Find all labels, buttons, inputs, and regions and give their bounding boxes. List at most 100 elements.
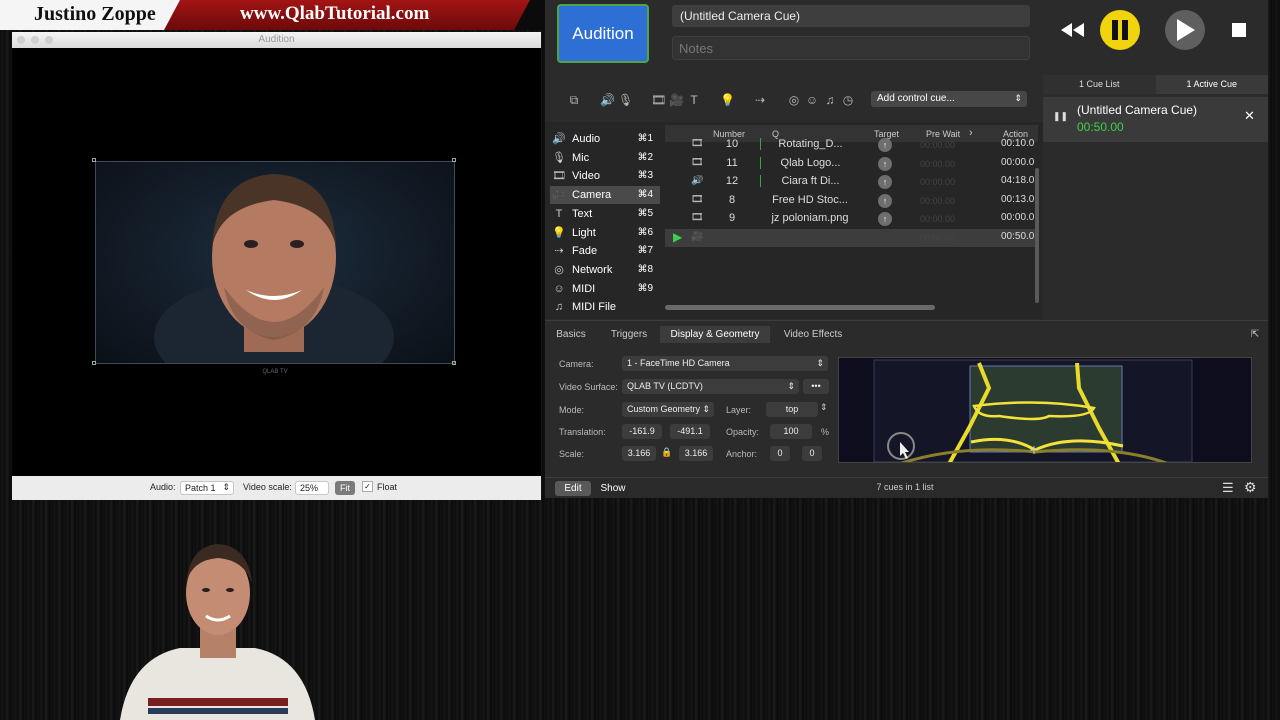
cue-row[interactable]: 🎞 10 Rotating_D... ↑ 00:00.00 00:10.0 <box>665 136 1038 154</box>
tab-cue-lists[interactable]: 1 Cue List <box>1043 75 1156 94</box>
sidebar-item-midi-file[interactable]: ♫ MIDI File <box>550 298 660 316</box>
audio-patch-select[interactable]: Patch 1 ⇕ <box>180 481 234 495</box>
tab-triggers[interactable]: Triggers <box>605 326 653 343</box>
tab-display-geometry[interactable]: Display & Geometry <box>660 326 770 343</box>
geometry-preview-drawing: + <box>873 359 1193 462</box>
cue-row[interactable]: 🎞 9 jz poloniam.png ↑ 00:00.00 00:00.0 <box>665 210 1038 228</box>
text-cue-icon[interactable]: T <box>687 93 701 107</box>
bulb-icon: 💡 <box>552 226 566 239</box>
midi-cue-icon[interactable]: ☺ <box>805 93 819 107</box>
shortcut-key: ⌘1 <box>637 133 653 144</box>
tab-basics[interactable]: Basics <box>553 326 589 343</box>
camera-cue-icon[interactable]: 🎥 <box>669 93 684 107</box>
pre-wait-value: 00:00.00 <box>920 177 956 188</box>
target-arrow-icon[interactable]: ↑ <box>878 175 892 190</box>
surface-options-button[interactable]: ••• <box>803 379 829 394</box>
close-window-button[interactable] <box>17 36 25 44</box>
go-button[interactable] <box>1165 10 1205 50</box>
sidebar-item-label: Mic <box>572 151 590 164</box>
surface-corner-handle[interactable] <box>452 158 456 162</box>
audition-footer: Audio: Patch 1 ⇕ Video scale: 25% Fit ✓ … <box>12 476 541 500</box>
rewind-button[interactable] <box>1052 10 1092 50</box>
video-scale-select[interactable]: 25% <box>295 481 329 495</box>
horizontal-scrollbar[interactable] <box>665 305 935 310</box>
audio-cue-icon[interactable]: 🔊 <box>600 93 615 107</box>
sidebar-item-label: Network <box>572 263 613 276</box>
sidebar-item-camera[interactable]: 🎥 Camera ⌘4 <box>550 186 660 205</box>
lock-icon[interactable]: 🔒 <box>661 447 672 458</box>
sidebar-item-network[interactable]: ◎ Network ⌘8 <box>550 261 660 279</box>
close-icon[interactable]: ✕ <box>1244 108 1255 124</box>
minimize-window-button[interactable] <box>31 36 39 44</box>
surface-corner-handle[interactable] <box>92 158 96 162</box>
cue-row[interactable]: 🔊 12 Ciara ft Di... ↑ 00:00.00 04:18.0 <box>665 173 1038 191</box>
surface-corner-handle[interactable] <box>92 361 96 365</box>
pause-icon <box>1112 20 1128 40</box>
stepper-icon[interactable]: ⇕ <box>820 402 828 413</box>
group-cue-icon[interactable]: ⧉ <box>567 93 581 107</box>
audition-mode-button[interactable]: Audition <box>557 4 649 63</box>
camera-select[interactable]: 1 - FaceTime HD Camera ⇕ <box>622 356 828 371</box>
scale-y-field[interactable]: 3.166 <box>679 446 713 461</box>
anchor-x-field[interactable]: 0 <box>770 446 790 461</box>
list-view-icon[interactable]: ☰ <box>1222 480 1234 496</box>
network-cue-icon[interactable]: ◎ <box>787 93 801 107</box>
inspector-tabs: Basics Triggers Display & Geometry Video… <box>545 326 1268 343</box>
vertical-scrollbar[interactable] <box>1035 168 1039 303</box>
pause-button[interactable] <box>1100 10 1140 50</box>
cue-row[interactable]: 🎞 8 Free HD Stoc... ↑ 00:00.00 00:13.0 <box>665 192 1038 210</box>
sidebar-item-audio[interactable]: 🔊 Audio ⌘1 <box>550 130 660 148</box>
mode-select[interactable]: Custom Geometry ⇕ <box>622 402 714 417</box>
pop-out-icon[interactable]: ⇱ <box>1248 326 1262 343</box>
geometry-preview-canvas[interactable]: + <box>838 357 1252 463</box>
opacity-field[interactable]: 100 <box>770 424 812 439</box>
target-arrow-icon[interactable]: ↑ <box>878 138 892 152</box>
tab-active-cues[interactable]: 1 Active Cue <box>1155 75 1268 94</box>
fade-cue-icon[interactable]: ⇢ <box>753 93 767 107</box>
sidebar-item-mic[interactable]: 🎙 Mic ⌘2 <box>550 149 660 167</box>
scale-x-field[interactable]: 3.166 <box>622 446 656 461</box>
add-control-cue-select[interactable]: Add control cue... ⇕ <box>871 91 1027 107</box>
active-cue-item[interactable]: ❚❚ (Untitled Camera Cue) 00:50.00 ✕ <box>1043 97 1268 142</box>
video-cue-icon[interactable]: 🎞 <box>651 93 666 107</box>
cue-list-area: 🔊 Audio ⌘1 🎙 Mic ⌘2 🎞 Video ⌘3 🎥 Camera ⌘4 T Text ⌘5 💡 L… <box>545 122 1043 319</box>
sidebar-item-fade[interactable]: ⇢ Fade ⌘7 <box>550 242 660 260</box>
stop-icon <box>1232 23 1246 37</box>
sidebar-item-light[interactable]: 💡 Light ⌘6 <box>550 224 660 242</box>
notes-field[interactable]: Notes <box>672 36 1030 60</box>
pause-icon[interactable]: ❚❚ <box>1053 111 1068 122</box>
anchor-y-field[interactable]: 0 <box>802 446 822 461</box>
sidebar-item-text[interactable]: T Text ⌘5 <box>550 205 660 223</box>
sidebar-item-midi[interactable]: ☺ MIDI ⌘9 <box>550 280 660 298</box>
target-arrow-icon[interactable]: ↑ <box>878 193 892 208</box>
translation-y-field[interactable]: -491.1 <box>670 424 710 439</box>
sidebar-item-video[interactable]: 🎞 Video ⌘3 <box>550 167 660 185</box>
target-arrow-icon[interactable]: ↑ <box>878 156 892 171</box>
tab-video-effects[interactable]: Video Effects <box>779 326 847 343</box>
mic-cue-icon[interactable]: 🎙 <box>618 93 633 107</box>
svg-text:+: + <box>1029 443 1039 457</box>
light-cue-icon[interactable]: 💡 <box>720 93 735 107</box>
pre-wait-value: 00:00.00 <box>920 214 956 225</box>
audition-stage: QLAB TV <box>12 48 541 476</box>
video-surface-select[interactable]: QLAB TV (LCDTV) ⇕ <box>622 379 799 394</box>
fit-button[interactable]: Fit <box>335 481 355 495</box>
layer-field[interactable]: top <box>766 402 818 417</box>
target-arrow-icon[interactable]: ↑ <box>878 212 892 227</box>
cue-row[interactable]: 🎞 11 Qlab Logo... ↑ 00:00.00 00:00.0 <box>665 155 1038 173</box>
float-checkbox[interactable]: ✓ <box>362 481 373 492</box>
qlab-workspace-window: Audition (Untitled Camera Cue) Notes 1 C… <box>545 0 1268 498</box>
translation-x-field[interactable]: -161.9 <box>622 424 662 439</box>
show-mode-button[interactable]: Show <box>593 481 633 496</box>
cue-row[interactable]: ▶ 🎥 00:00.00 00:50.0 <box>665 229 1038 247</box>
zoom-window-button[interactable] <box>45 36 53 44</box>
edit-mode-button[interactable]: Edit <box>555 481 591 496</box>
midi-file-cue-icon[interactable]: ♫ <box>823 93 837 107</box>
stop-button[interactable] <box>1219 10 1259 50</box>
surface-corner-handle[interactable] <box>452 361 456 365</box>
cue-name-field[interactable]: (Untitled Camera Cue) <box>672 5 1030 27</box>
gear-icon[interactable]: ⚙ <box>1244 479 1257 496</box>
cue-type-sidebar: 🔊 Audio ⌘1 🎙 Mic ⌘2 🎞 Video ⌘3 🎥 Camera ⌘4 T Text ⌘5 💡 L… <box>545 122 660 319</box>
cue-number: 12 <box>725 175 739 188</box>
timecode-cue-icon[interactable]: ◷ <box>841 93 855 107</box>
